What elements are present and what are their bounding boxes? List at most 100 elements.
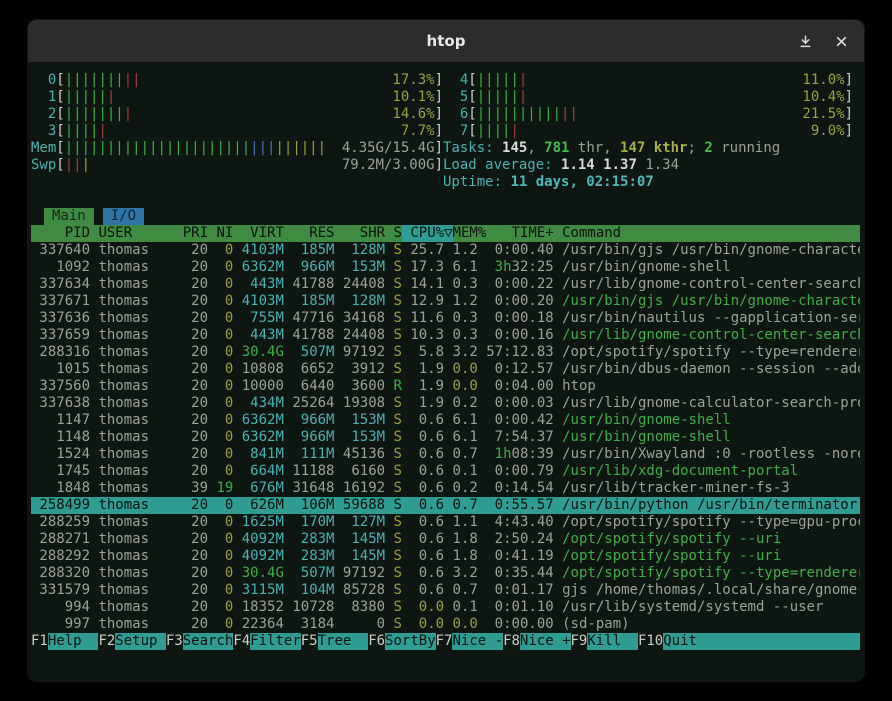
text	[385, 412, 393, 429]
process-row[interactable]: 1524 thomas 20 0 841M 111M 45136 S 0.6 0…	[31, 446, 860, 463]
col-header-cmd[interactable]: Command	[554, 225, 621, 242]
meter-bar-segment: |||	[250, 140, 275, 156]
col-header-s[interactable]: S	[394, 225, 402, 242]
fnkey-f2[interactable]: F2Setup	[98, 633, 165, 650]
col-header-time[interactable]: TIME+	[486, 225, 553, 242]
process-row[interactable]: 331579 thomas 20 0 3115M 104M 85728 S 0.…	[31, 582, 860, 599]
fnkey-f9[interactable]: F9Kill	[571, 633, 638, 650]
fnkey-number: F10	[638, 633, 663, 650]
text	[385, 361, 393, 378]
meter-bar-segment: ||	[561, 106, 578, 122]
process-row[interactable]: 337640 thomas 20 0 4103M 185M 128M S 25.…	[31, 242, 860, 259]
text	[554, 276, 562, 293]
meter-bar-segment: |	[519, 89, 527, 105]
col-header-res[interactable]: RES	[284, 225, 335, 242]
cell-time: 0:00.20	[486, 293, 553, 310]
text	[90, 446, 98, 463]
fnkey-f4[interactable]: F4Filter	[233, 633, 300, 650]
cell-pri: 20	[174, 293, 208, 310]
cpu-meter-6: 6[||||||||||||21.5%]	[443, 106, 853, 123]
fnkey-f6[interactable]: F6SortBy	[368, 633, 435, 650]
fnkey-f3[interactable]: F3Search	[166, 633, 233, 650]
titlebar[interactable]: htop	[28, 20, 864, 62]
process-row[interactable]: 288259 thomas 20 0 1625M 170M 127M S 0.6…	[31, 514, 860, 531]
cell-cpu: 11.6	[402, 310, 444, 327]
col-header-user[interactable]: USER	[98, 225, 174, 242]
text: thr	[569, 140, 603, 156]
cell-shr: 153M	[334, 259, 385, 276]
fnkey-f8[interactable]: F8Nice +	[503, 633, 570, 650]
meter-value: 21.5%	[802, 106, 844, 123]
meter-bar-segment: ||||||	[275, 140, 326, 156]
text	[90, 259, 98, 276]
text	[554, 310, 562, 327]
process-row[interactable]: 994 thomas 20 0 18352 10728 8380 S 0.0 0…	[31, 599, 860, 616]
close-icon[interactable]	[834, 34, 848, 48]
cell-state: S	[394, 616, 402, 633]
minimize-icon[interactable]	[798, 34, 812, 48]
cell-cpu: 14.1	[402, 276, 444, 293]
meter-bar: |||||||||||||||||||||||||||||||4.35G/15.…	[65, 140, 435, 157]
process-row[interactable]: 1745 thomas 20 0 664M 11188 6160 S 0.6 0…	[31, 463, 860, 480]
process-row[interactable]: 288320 thomas 20 0 30.4G 507M 97192 S 0.…	[31, 565, 860, 582]
process-row[interactable]: 288316 thomas 20 0 30.4G 507M 97192 S 5.…	[31, 344, 860, 361]
text: running	[713, 140, 780, 156]
col-header-pid[interactable]: PID	[31, 225, 90, 242]
text	[90, 412, 98, 429]
cell-shr: 59688	[334, 497, 385, 514]
cell-res: 41788	[284, 276, 335, 293]
process-row[interactable]: 288271 thomas 20 0 4092M 283M 145M S 0.6…	[31, 531, 860, 548]
process-row[interactable]: 288292 thomas 20 0 4092M 283M 145M S 0.6…	[31, 548, 860, 565]
process-row[interactable]: 1015 thomas 20 0 10808 6652 3912 S 1.9 0…	[31, 361, 860, 378]
process-row[interactable]: 337636 thomas 20 0 755M 47716 34168 S 11…	[31, 310, 860, 327]
text	[554, 565, 562, 582]
meter-value: 11.0%	[802, 72, 844, 89]
cell-virt: 22364	[233, 616, 284, 633]
fnkey-f5[interactable]: F5Tree	[301, 633, 368, 650]
fnkey-f7[interactable]: F7Nice -	[436, 633, 503, 650]
process-row[interactable]: 997 thomas 20 0 22364 3184 0 S 0.0 0.0 0…	[31, 616, 860, 633]
tab-main[interactable]: Main	[44, 208, 94, 225]
cell-pid: 1848	[31, 480, 90, 497]
text	[478, 616, 486, 633]
cell-res: 3184	[284, 616, 335, 633]
cell-shr: 97192	[334, 565, 385, 582]
process-row[interactable]: 1848 thomas 39 19 676M 31648 16192 S 0.6…	[31, 480, 860, 497]
process-row[interactable]: 337560 thomas 20 0 10000 6440 3600 R 1.9…	[31, 378, 860, 395]
col-header-cpu-sorted[interactable]: CPU%▽	[402, 225, 453, 242]
cell-pri: 20	[174, 429, 208, 446]
fnkey-f1[interactable]: F1Help	[31, 633, 98, 650]
text	[554, 514, 562, 531]
cell-cpu: 1.9	[402, 378, 444, 395]
cell-pid: 337634	[31, 276, 90, 293]
process-row[interactable]: 337634 thomas 20 0 443M 41788 24408 S 14…	[31, 276, 860, 293]
process-row[interactable]: 337671 thomas 20 0 4103M 185M 128M S 12.…	[31, 293, 860, 310]
process-row[interactable]: 337659 thomas 20 0 443M 41788 24408 S 10…	[31, 327, 860, 344]
tab-io[interactable]: I/O	[103, 208, 144, 225]
meter-bar-segment: |	[519, 72, 527, 88]
meter-bar-segment: |	[82, 157, 90, 173]
cell-time: 0:01.10	[486, 599, 553, 616]
process-row[interactable]: 1147 thomas 20 0 6362M 966M 153M S 0.6 6…	[31, 412, 860, 429]
meter-bar-segment: |	[124, 106, 132, 122]
meter-bar: ||||||11.0%	[477, 72, 845, 89]
col-header-ni[interactable]: NI	[208, 225, 233, 242]
cell-ni: 0	[208, 616, 233, 633]
process-row[interactable]: 1148 thomas 20 0 6362M 966M 153M S 0.6 6…	[31, 429, 860, 446]
cell-state: S	[394, 293, 402, 310]
cell-pid: 331579	[31, 582, 90, 599]
text	[478, 242, 486, 259]
process-row[interactable]: 337638 thomas 20 0 434M 25264 19308 S 1.…	[31, 395, 860, 412]
process-row[interactable]: 1092 thomas 20 0 6362M 966M 153M S 17.3 …	[31, 259, 860, 276]
col-header-virt[interactable]: VIRT	[233, 225, 284, 242]
cell-shr: 8380	[334, 599, 385, 616]
cell-ni: 0	[208, 446, 233, 463]
cell-res: 6440	[284, 378, 335, 395]
cell-ni: 0	[208, 548, 233, 565]
col-header-shr[interactable]: SHR	[334, 225, 385, 242]
fnkey-f10[interactable]: F10Quit	[638, 633, 860, 650]
cell-res: 507M	[284, 565, 335, 582]
process-row[interactable]: 258499 thomas 20 0 626M 106M 59688 S 0.6…	[31, 497, 860, 514]
col-header-pri[interactable]: PRI	[174, 225, 208, 242]
col-header-mem[interactable]: MEM%	[453, 225, 487, 242]
